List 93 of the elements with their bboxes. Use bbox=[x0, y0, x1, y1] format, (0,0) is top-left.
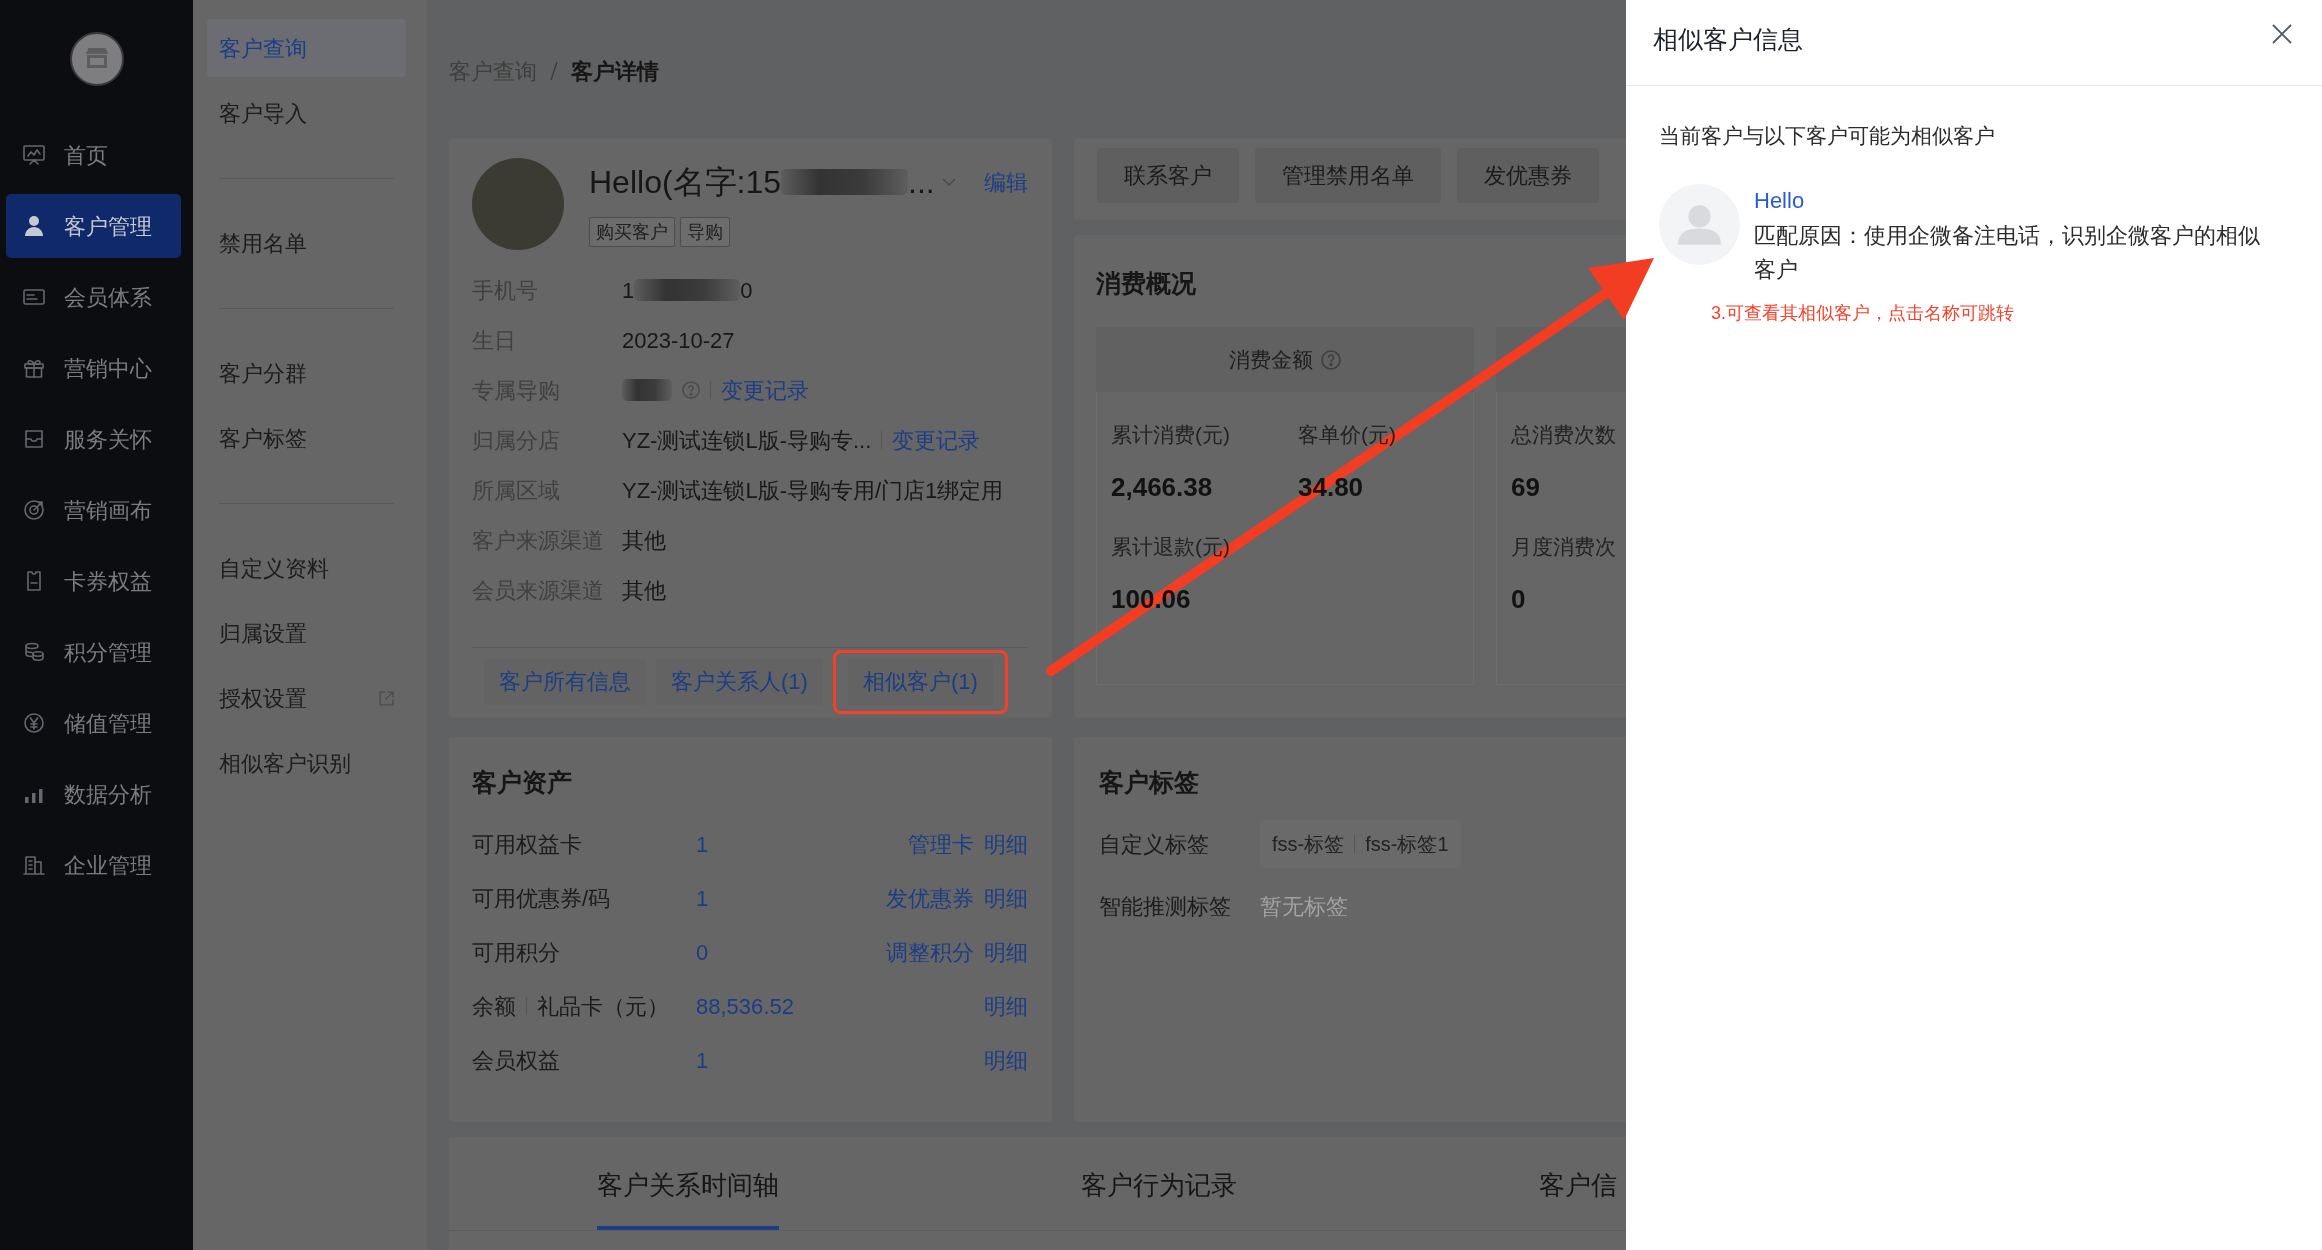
sidebar-item[interactable]: 储值管理 bbox=[6, 691, 181, 755]
section-title: 消费概况 bbox=[1096, 268, 1197, 299]
annotation-note: 3.可查看其相似客户，点击名称可跳转 bbox=[1711, 302, 2015, 325]
asset-value[interactable]: 88,536.52 bbox=[696, 989, 794, 1023]
submenu-item[interactable]: 归属设置 bbox=[207, 604, 406, 662]
tab[interactable]: 客户关系时间轴 bbox=[597, 1137, 779, 1230]
submenu-item[interactable]: 相似客户识别 bbox=[207, 734, 406, 792]
tag-text: fss-标签1 bbox=[1365, 832, 1449, 857]
drawer-title: 相似客户信息 bbox=[1653, 23, 1803, 55]
sidebar-item[interactable]: 会员体系 bbox=[6, 265, 181, 329]
breadcrumb-separator bbox=[549, 61, 559, 81]
field-value: 1 bbox=[622, 276, 635, 305]
stat-value: 69 bbox=[1511, 471, 1541, 504]
asset-action-link[interactable]: 明细 bbox=[984, 1043, 1028, 1077]
sidebar-item[interactable]: 首页 bbox=[6, 123, 181, 187]
asset-label: 可用权益卡 bbox=[472, 830, 582, 859]
customer-name: Hello(名字:15 bbox=[589, 163, 782, 202]
empty-tag-text: 暂无标签 bbox=[1260, 892, 1348, 921]
customer-tag: 购买客户 bbox=[589, 217, 675, 247]
submenu-item[interactable]: 客户标签 bbox=[207, 409, 406, 467]
asset-value[interactable]: 1 bbox=[696, 1043, 709, 1077]
asset-label: 余额 bbox=[472, 992, 516, 1021]
customer-name-link[interactable]: Hello bbox=[1754, 185, 1805, 217]
stat-panel-title: 消费金额 bbox=[1229, 346, 1313, 373]
action-button[interactable]: 管理禁用名单 bbox=[1255, 148, 1441, 203]
submenu-item[interactable]: 客户分群 bbox=[207, 344, 406, 402]
asset-label: 可用积分 bbox=[472, 938, 560, 967]
stat-value: 2,466.38 bbox=[1111, 471, 1214, 504]
change-log-link[interactable]: 变更记录 bbox=[892, 423, 981, 457]
stat-value: 0 bbox=[1511, 583, 1527, 616]
asset-value[interactable]: 0 bbox=[696, 935, 709, 969]
section-title: 客户资产 bbox=[472, 767, 573, 798]
target-icon bbox=[22, 498, 46, 522]
change-log-link[interactable]: 变更记录 bbox=[721, 373, 809, 407]
user-icon bbox=[22, 214, 46, 238]
tag-row-label: 自定义标签 bbox=[1099, 830, 1210, 859]
sidebar-item[interactable]: 企业管理 bbox=[6, 833, 181, 897]
asset-action-link[interactable]: 明细 bbox=[984, 989, 1028, 1023]
asset-label: 礼品卡（元） bbox=[537, 992, 669, 1021]
name-ellipsis: ... bbox=[908, 163, 935, 202]
submenu-item[interactable]: 禁用名单 bbox=[207, 214, 406, 272]
match-reason: 匹配原因：使用企微备注电话，识别企微客户的相似客户 bbox=[1754, 222, 2261, 284]
action-button[interactable]: 发优惠券 bbox=[1457, 148, 1599, 203]
close-icon[interactable] bbox=[2272, 23, 2292, 44]
asset-value[interactable]: 1 bbox=[696, 881, 709, 915]
submenu-item[interactable]: 客户查询 bbox=[207, 19, 406, 77]
asset-value[interactable]: 1 bbox=[696, 827, 709, 861]
asset-action-link[interactable]: 管理卡 bbox=[908, 827, 974, 861]
asset-action-link[interactable]: 明细 bbox=[984, 935, 1028, 969]
field-value: 其他 bbox=[622, 526, 666, 555]
sidebar-item[interactable]: 营销中心 bbox=[6, 336, 181, 400]
help-icon[interactable] bbox=[682, 381, 700, 399]
customer-tag: 导购 bbox=[680, 217, 730, 247]
asset-label: 会员权益 bbox=[472, 1046, 560, 1075]
sidebar-item[interactable]: 服务关怀 bbox=[6, 407, 181, 471]
asset-label: 可用优惠券/码 bbox=[472, 884, 611, 913]
avatar-icon bbox=[1659, 184, 1740, 265]
action-button[interactable]: 联系客户 bbox=[1097, 148, 1239, 203]
inbox-icon bbox=[22, 427, 46, 451]
building-icon bbox=[22, 853, 46, 877]
asset-action-link[interactable]: 明细 bbox=[984, 827, 1028, 861]
tag-row-label: 智能推测标签 bbox=[1099, 892, 1232, 921]
asset-action-link[interactable]: 发优惠券 bbox=[886, 881, 974, 915]
tab[interactable]: 客户信 bbox=[1539, 1137, 1617, 1230]
sidebar-item[interactable]: 积分管理 bbox=[6, 620, 181, 684]
tag-text: fss-标签 bbox=[1272, 832, 1345, 857]
coins-icon bbox=[22, 640, 46, 664]
sidebar-item[interactable]: 数据分析 bbox=[6, 762, 181, 826]
submenu-item[interactable]: 客户导入 bbox=[207, 84, 406, 142]
asset-action-link[interactable]: 明细 bbox=[984, 881, 1028, 915]
tab[interactable]: 客户行为记录 bbox=[1081, 1137, 1237, 1230]
breadcrumb-item: 客户详情 bbox=[571, 57, 659, 86]
help-icon[interactable] bbox=[1321, 349, 1341, 370]
submenu-item[interactable]: 授权设置 bbox=[207, 669, 406, 727]
field-value: YZ-测试连锁L版-导购专用/门店1绑定用 bbox=[622, 476, 1004, 505]
section-title: 客户标签 bbox=[1099, 767, 1200, 798]
field-value: 0 bbox=[740, 276, 753, 305]
field-value: YZ-测试连锁L版-导购专... bbox=[622, 426, 872, 455]
edit-link[interactable]: 编辑 bbox=[984, 165, 1028, 199]
sidebar-item[interactable]: 客户管理 bbox=[6, 194, 181, 258]
sidebar-item[interactable]: 营销画布 bbox=[6, 478, 181, 542]
field-value: 其他 bbox=[622, 576, 666, 605]
stat-label: 总消费次数 bbox=[1511, 422, 1617, 448]
sidebar-item[interactable]: 卡券权益 bbox=[6, 549, 181, 613]
intro-text: 当前客户与以下客户可能为相似客户 bbox=[1659, 123, 1996, 149]
stat-label: 累计消费(元) bbox=[1111, 422, 1231, 448]
field-value: 2023-10-27 bbox=[622, 326, 735, 355]
asset-action-link[interactable]: 调整积分 bbox=[886, 935, 974, 969]
store-icon bbox=[69, 32, 124, 86]
stat-label: 月度消费次 bbox=[1511, 534, 1617, 560]
yen-coin-icon bbox=[22, 711, 46, 735]
submenu-item[interactable]: 自定义资料 bbox=[207, 539, 406, 597]
monitor-chart-icon bbox=[22, 143, 46, 167]
